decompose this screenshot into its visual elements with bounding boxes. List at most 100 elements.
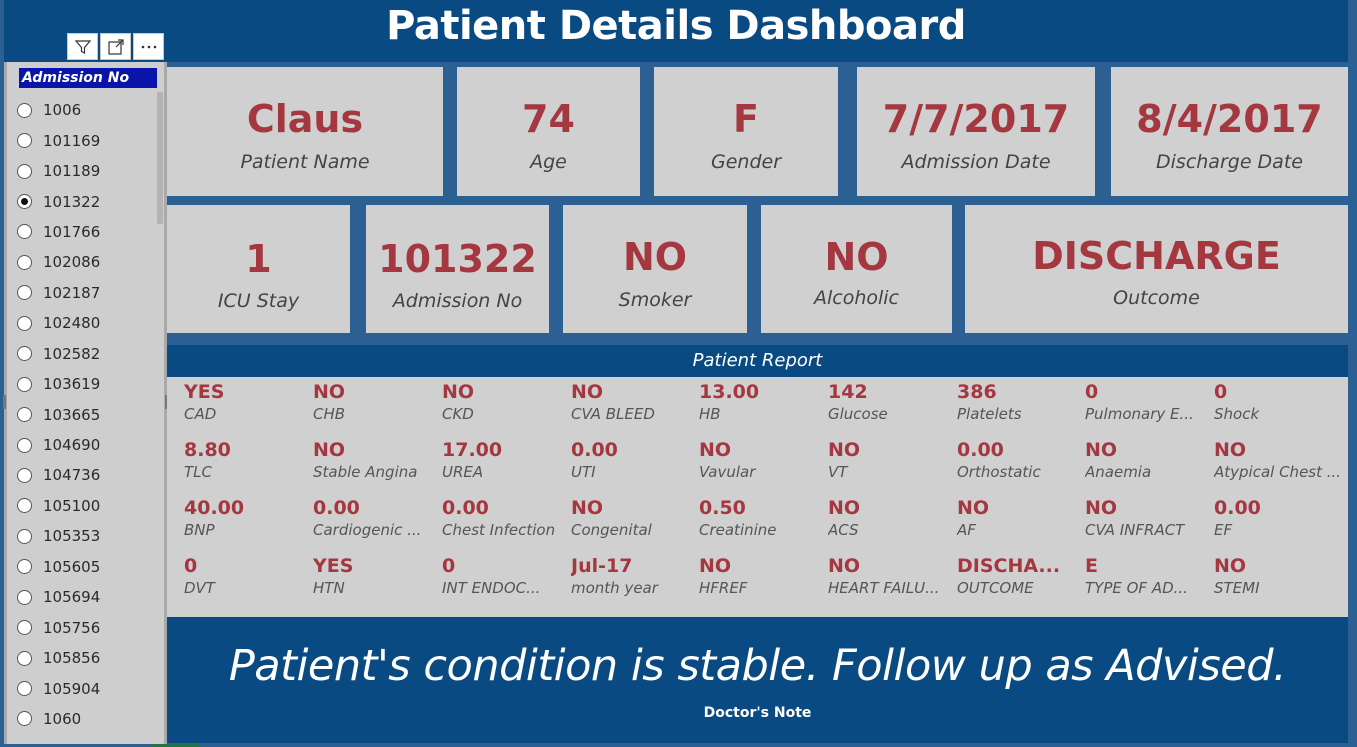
card-label: Admission No bbox=[392, 290, 523, 312]
radio-button-icon[interactable] bbox=[17, 528, 32, 544]
metric-value: 0.00 bbox=[1214, 497, 1261, 519]
radio-button-icon[interactable] bbox=[17, 346, 32, 362]
slicer-item[interactable]: 105904 bbox=[17, 673, 157, 703]
report-metric: E TYPE OF AD... bbox=[1085, 554, 1210, 598]
metric-value: 386 bbox=[957, 381, 997, 403]
card-value: 1 bbox=[245, 237, 272, 281]
card-value: NO bbox=[622, 235, 688, 279]
metric-label: Congenital bbox=[571, 521, 652, 539]
metric-value: 0 bbox=[1214, 381, 1228, 403]
metric-value: DISCHA... bbox=[957, 555, 1061, 577]
report-metric: 0.00 UTI bbox=[571, 438, 696, 482]
metric-value: E bbox=[1085, 555, 1098, 577]
slicer-item[interactable]: 102582 bbox=[17, 339, 157, 369]
metric-value: NO bbox=[571, 497, 604, 519]
slicer-item[interactable]: 105605 bbox=[17, 552, 157, 582]
card-gender: F Gender bbox=[654, 67, 838, 196]
radio-button-icon[interactable] bbox=[17, 376, 32, 392]
radio-button-icon[interactable] bbox=[17, 559, 32, 575]
more-options-button[interactable] bbox=[133, 33, 164, 60]
slicer-item[interactable]: 101169 bbox=[17, 125, 157, 155]
slicer-item[interactable]: 103665 bbox=[17, 399, 157, 429]
radio-button-icon[interactable] bbox=[17, 163, 32, 179]
slicer-item[interactable]: 105756 bbox=[17, 612, 157, 642]
radio-button-icon[interactable] bbox=[17, 589, 32, 605]
metric-label: Glucose bbox=[828, 405, 888, 423]
slicer-header: Admission No bbox=[19, 68, 157, 88]
metric-value: NO bbox=[1214, 439, 1247, 461]
metric-value: NO bbox=[442, 381, 475, 403]
radio-button-icon[interactable] bbox=[17, 133, 32, 149]
metric-label: TLC bbox=[184, 463, 212, 481]
slicer-item[interactable]: 104736 bbox=[17, 460, 157, 490]
metric-value: NO bbox=[1085, 497, 1118, 519]
card-label: Age bbox=[530, 151, 567, 173]
metric-value: NO bbox=[1085, 439, 1118, 461]
slicer-item[interactable]: 103619 bbox=[17, 369, 157, 399]
card-value: 8/4/2017 bbox=[1136, 97, 1323, 141]
report-metric: 0.00 Cardiogenic ... bbox=[313, 496, 438, 540]
slicer-item[interactable]: 102480 bbox=[17, 308, 157, 338]
dashboard-title: Patient Details Dashboard bbox=[386, 3, 966, 49]
radio-button-icon[interactable] bbox=[17, 711, 32, 727]
metric-label: BNP bbox=[184, 521, 215, 539]
slicer-item[interactable]: 1006 bbox=[17, 95, 157, 125]
metric-label: HTN bbox=[313, 579, 345, 597]
card-value: 101322 bbox=[378, 237, 537, 281]
radio-button-icon[interactable] bbox=[17, 681, 32, 697]
radio-button-icon[interactable] bbox=[17, 650, 32, 666]
focus-mode-button[interactable] bbox=[100, 33, 131, 60]
slicer-item-label: 102480 bbox=[43, 314, 101, 333]
metric-value: NO bbox=[699, 555, 732, 577]
report-metric: NO CHB bbox=[313, 380, 438, 424]
report-metric: 17.00 UREA bbox=[442, 438, 567, 482]
slicer-item-label: 105353 bbox=[43, 527, 101, 546]
metric-label: Vavular bbox=[699, 463, 756, 481]
metric-label: month year bbox=[571, 579, 658, 597]
slicer-item[interactable]: 101189 bbox=[17, 156, 157, 186]
slicer-item[interactable]: 105694 bbox=[17, 582, 157, 612]
slicer-item-label: 102582 bbox=[43, 344, 101, 363]
radio-button-icon[interactable] bbox=[17, 285, 32, 301]
resize-handle-left[interactable] bbox=[3, 395, 6, 409]
slicer-item-label: 101322 bbox=[43, 192, 101, 211]
radio-button-icon[interactable] bbox=[17, 407, 32, 423]
metric-value: 0.00 bbox=[442, 497, 489, 519]
admission-no-slicer[interactable]: Admission No 1006 101169 101189 101322 10176… bbox=[3, 62, 168, 744]
filter-button[interactable] bbox=[67, 33, 98, 60]
slicer-item[interactable]: 105100 bbox=[17, 491, 157, 521]
radio-button-icon[interactable] bbox=[17, 498, 32, 514]
metric-label: Stable Angina bbox=[313, 463, 418, 481]
radio-button-icon[interactable] bbox=[17, 315, 32, 331]
radio-button-icon[interactable] bbox=[17, 254, 32, 270]
slicer-item[interactable]: 105353 bbox=[17, 521, 157, 551]
slicer-item[interactable]: 101322 bbox=[17, 186, 157, 216]
report-metric: NO CVA BLEED bbox=[571, 380, 696, 424]
visual-header-toolbar bbox=[67, 33, 164, 60]
radio-button-icon[interactable] bbox=[17, 102, 32, 118]
slicer-item[interactable]: 105856 bbox=[17, 643, 157, 673]
slicer-item[interactable]: 104690 bbox=[17, 430, 157, 460]
report-metric: 13.00 HB bbox=[699, 380, 824, 424]
slicer-item[interactable]: 102086 bbox=[17, 247, 157, 277]
report-metric: NO Stable Angina bbox=[313, 438, 438, 482]
metric-value: NO bbox=[699, 439, 732, 461]
metric-label: VT bbox=[828, 463, 848, 481]
radio-button-icon[interactable] bbox=[17, 224, 32, 240]
radio-button-icon[interactable] bbox=[17, 437, 32, 453]
radio-button-icon[interactable] bbox=[17, 467, 32, 483]
slicer-item[interactable]: 1060 bbox=[17, 704, 157, 734]
radio-button-icon[interactable] bbox=[17, 194, 32, 210]
card-age: 74 Age bbox=[457, 67, 640, 196]
slicer-item[interactable]: 101766 bbox=[17, 217, 157, 247]
metric-label: Pulmonary E... bbox=[1085, 405, 1194, 423]
metric-value: NO bbox=[828, 555, 861, 577]
metric-label: AF bbox=[957, 521, 976, 539]
slicer-item[interactable]: 102187 bbox=[17, 278, 157, 308]
metric-label: INT ENDOC... bbox=[442, 579, 541, 597]
radio-button-icon[interactable] bbox=[17, 620, 32, 636]
metric-label: Chest Infection bbox=[442, 521, 556, 539]
report-metric: 0 Pulmonary E... bbox=[1085, 380, 1210, 424]
metric-label: STEMI bbox=[1214, 579, 1260, 597]
slicer-scrollbar[interactable] bbox=[157, 92, 163, 224]
